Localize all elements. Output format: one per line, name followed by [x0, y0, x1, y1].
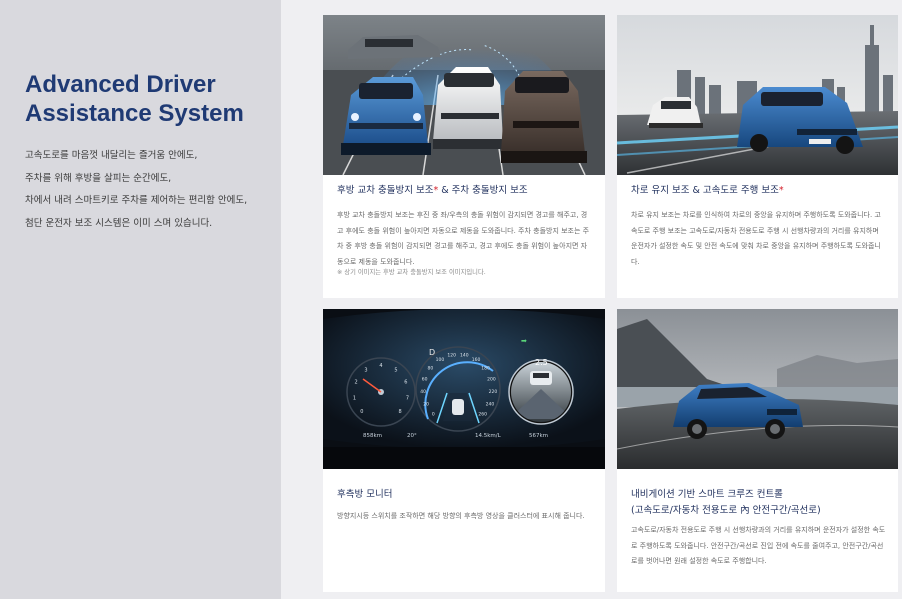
feature-card-smart-cruise[interactable]: 내비게이션 기반 스마트 크루즈 컨트롤 (고속도로/자동차 전용도로 內 안전… [617, 309, 898, 592]
instrument-cluster-image: D ➡ 2.5 012345678 0 20 40 60 80 100 120 140 160 1… [323, 309, 605, 469]
card-title-line1: 내비게이션 기반 스마트 크루즈 컨트롤 [631, 489, 783, 500]
card-description: 차로 유지 보조는 차로를 인식하여 차로의 중앙을 유지하며 주행하도록 도와… [631, 211, 881, 266]
intro-panel: Advanced Driver Assistance System 고속도로를 … [0, 0, 281, 599]
page-title-line2: Assistance System [25, 100, 244, 127]
card-title-line2: (고속도로/자동차 전용도로 內 안전구간/곡선로) [631, 505, 821, 516]
gauge-tick-label: 220 [489, 389, 498, 395]
page-title-line1: Advanced Driver [25, 71, 216, 98]
turn-signal-icon: ➡ [521, 337, 527, 345]
coastal-road-image [617, 309, 898, 469]
gauge-tick-label: 140 [460, 353, 469, 359]
card-title: 후측방 모니터 [337, 489, 393, 500]
card-description: 고속도로/자동차 전용도로 주행 시 선행차량과의 거리를 유지하며 운전자가 … [631, 526, 886, 565]
page-title: Advanced Driver Assistance System [25, 70, 281, 128]
card-title-text: 차로 유지 보조 & 고속도로 주행 보조 [631, 185, 779, 196]
gauge-tick-label: 4 [379, 363, 382, 369]
range-readout: 858km [363, 433, 382, 439]
gauge-tick-label: 240 [486, 401, 495, 407]
temperature-readout: 20° [407, 433, 417, 439]
card-footnote: ※ 상기 이미지는 후방 교차 충돌방지 보조 이미지입니다. [337, 269, 486, 276]
footnote-star: * [778, 185, 784, 196]
card-description: 후방 교차 충돌방지 보조는 후진 중 좌/우측의 충돌 위험이 감지되면 경고… [337, 211, 590, 266]
gauge-tick-label: 1 [353, 395, 356, 401]
intro-desc-line: 주차를 위해 후방을 살피는 순간에도, [25, 172, 172, 184]
card-title: 후방 교차 충돌방지 보조* & 주차 충돌방지 보조 [337, 183, 595, 199]
card-title: 차로 유지 보조 & 고속도로 주행 보조* [631, 183, 888, 199]
gauge-tick-label: 200 [487, 377, 496, 383]
fuel-economy-readout: 14.5km/L [475, 433, 502, 439]
gauge-tick-label: 40 [420, 389, 426, 395]
gauge-tick-label: 180 [481, 365, 490, 371]
intro-description: 고속도로를 마음껏 내달리는 즐거움 안에도, 주차를 위해 후방을 살피는 순… [25, 145, 275, 235]
gauge-tick-label: 6 [404, 380, 407, 386]
card-title-suffix: & 주차 충돌방지 보조 [438, 185, 528, 196]
card-description: 방향지시등 스위치를 조작하면 해당 방향의 후측방 영상을 클러스터에 표시해… [337, 512, 585, 520]
gauge-tick-label: 3 [364, 368, 367, 374]
highway-driving-image [617, 15, 898, 175]
gauge-tick-label: 120 [447, 353, 456, 359]
gauge-tick-label: 2 [355, 380, 358, 386]
gauge-tick-label: 5 [394, 368, 397, 374]
gauge-tick-label: 0 [360, 409, 363, 415]
gauge-tick-label: 0 [432, 412, 435, 418]
feature-card-lane-keeping[interactable]: 차로 유지 보조 & 고속도로 주행 보조* 차로 유지 보조는 차로를 인식하… [617, 15, 898, 298]
card-title-text: 후방 교차 충돌방지 보조 [337, 185, 434, 196]
intro-desc-line: 고속도로를 마음껏 내달리는 즐거움 안에도, [25, 150, 198, 161]
feature-card-rear-collision[interactable]: 후방 교차 충돌방지 보조* & 주차 충돌방지 보조 후방 교차 충돌방지 보… [323, 15, 605, 298]
intro-desc-line: 차에서 내려 스마트키로 주차를 제어하는 편리함 안에도, [25, 195, 248, 206]
card-title: 내비게이션 기반 스마트 크루즈 컨트롤 (고속도로/자동차 전용도로 內 안전… [631, 487, 888, 519]
intro-desc-line: 첨단 운전자 보조 시스템은 이미 스며 있습니다. [25, 217, 213, 229]
gauge-tick-label: 7 [406, 395, 409, 401]
gauge-tick-label: 100 [436, 357, 445, 363]
gauge-tick-label: 80 [428, 365, 434, 371]
gauge-tick-label: 260 [478, 412, 487, 418]
gauge-tick-label: 20 [423, 401, 429, 407]
odometer-readout: 567km [529, 433, 548, 439]
gauge-tick-label: 60 [422, 377, 428, 383]
gauge-tick-label: 8 [399, 409, 402, 415]
parking-cars-image [323, 15, 605, 175]
feature-card-blind-spot-monitor[interactable]: D ➡ 2.5 012345678 0 20 40 60 80 100 120 140 160 1… [323, 309, 605, 592]
gauge-tick-label: 160 [472, 357, 481, 363]
camera-distance: 2.5 [535, 358, 548, 367]
gear-indicator: D [429, 348, 435, 357]
